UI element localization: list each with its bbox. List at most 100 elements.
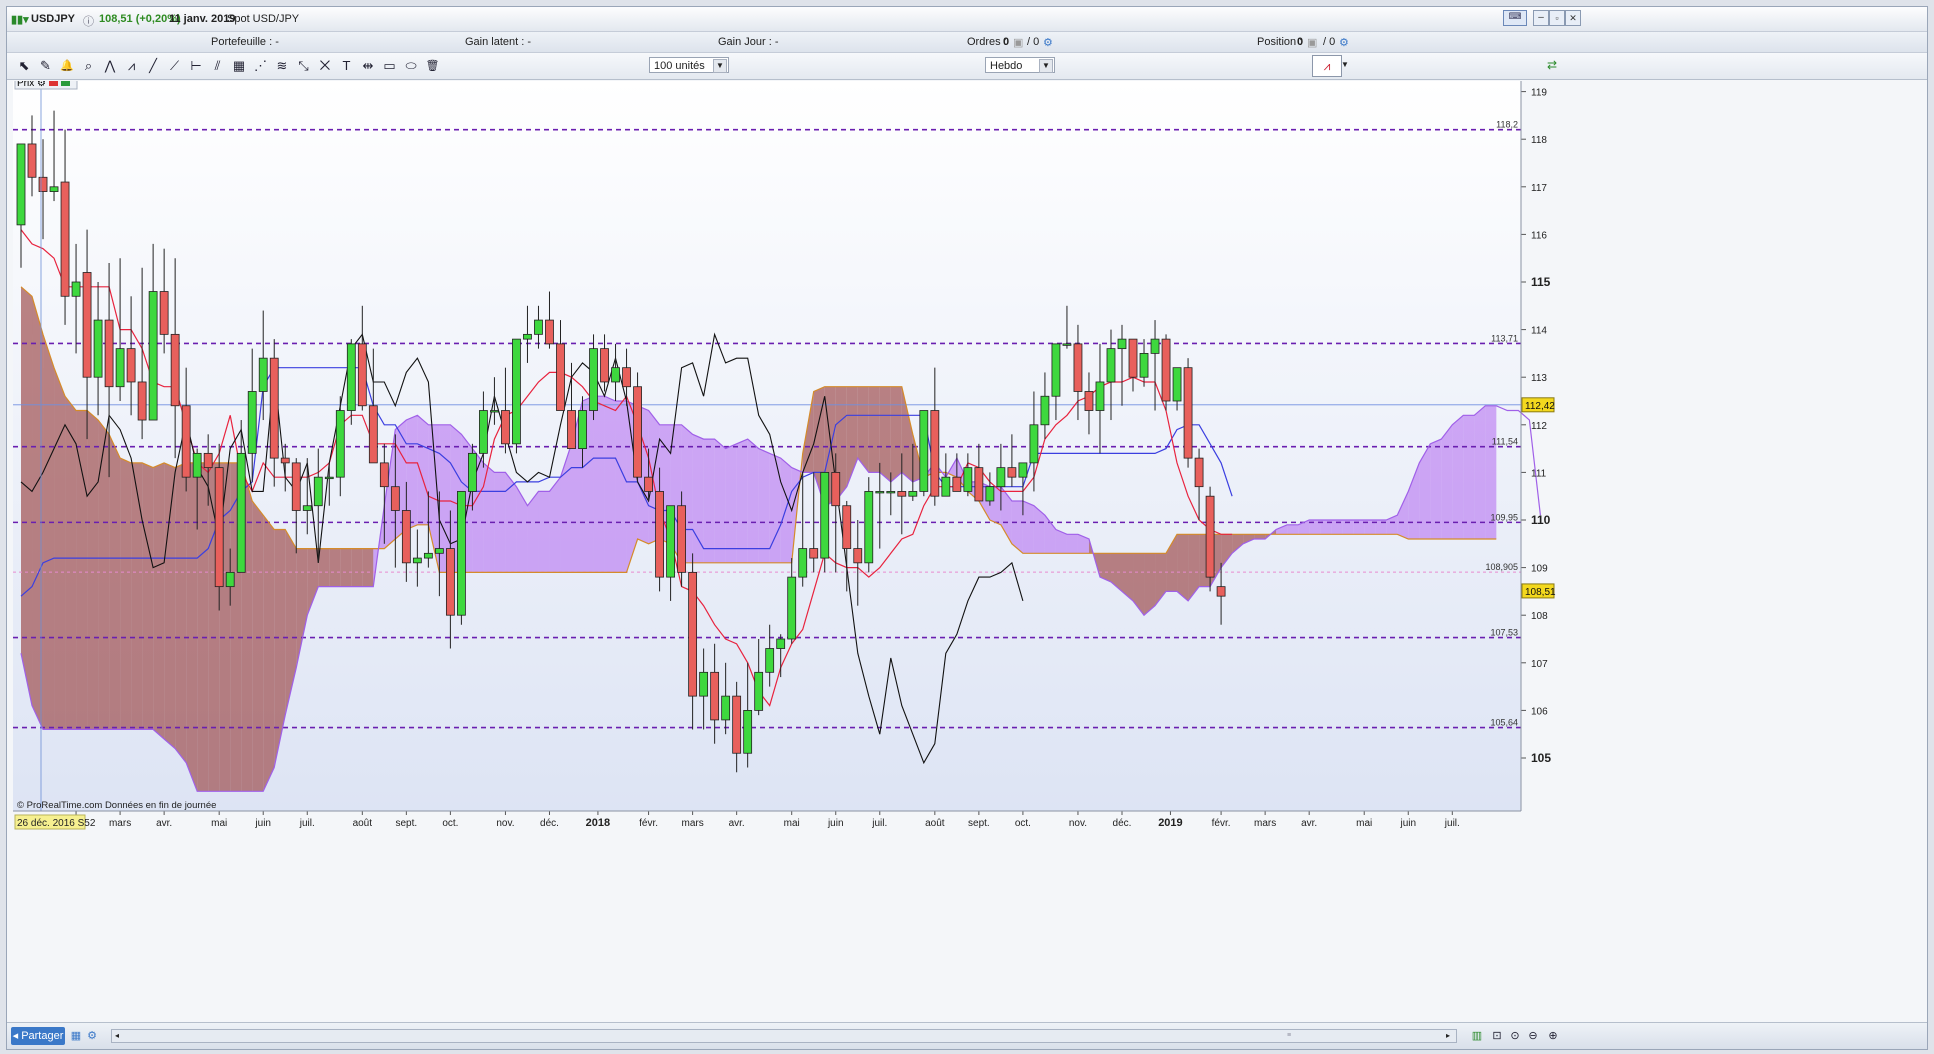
candle-body[interactable] (699, 671, 709, 697)
zoom-fit-icon[interactable]: ⊡ (1489, 1027, 1505, 1045)
candle-body[interactable] (776, 638, 786, 649)
candle-body[interactable] (479, 410, 488, 454)
candle-body[interactable] (809, 548, 819, 559)
candle-body[interactable] (798, 548, 808, 578)
candle-body[interactable] (379, 462, 389, 488)
close-icon[interactable]: ✕ (1565, 10, 1581, 26)
candle-body[interactable] (445, 548, 455, 616)
candle-body[interactable] (1084, 391, 1094, 411)
candle-body[interactable] (236, 452, 246, 573)
minimize-icon[interactable]: – (1533, 10, 1549, 26)
candle-body[interactable] (291, 462, 301, 511)
wrench-icon[interactable]: ⚙ (37, 78, 46, 89)
add-icon[interactable] (61, 77, 70, 86)
candle-body[interactable] (456, 491, 466, 616)
candle-body[interactable] (1205, 495, 1215, 578)
zoom-in-icon[interactable]: ⊕ (1545, 1027, 1561, 1045)
scroll-left-icon[interactable]: ◂ (112, 1030, 122, 1042)
candle-body[interactable] (710, 671, 720, 721)
zigzag-icon[interactable]: ⩘ (123, 57, 141, 75)
candle-body[interactable] (1106, 348, 1116, 383)
hline-icon[interactable]: ⊢ (187, 57, 205, 75)
candle-body[interactable] (203, 452, 213, 469)
candle-body[interactable] (1040, 395, 1050, 426)
candle-body[interactable] (247, 391, 257, 454)
candle-body[interactable] (49, 186, 59, 192)
candle-body[interactable] (1051, 343, 1061, 397)
candle-body[interactable] (82, 272, 92, 378)
candle-body[interactable] (974, 467, 984, 502)
candle-body[interactable] (390, 486, 400, 511)
position-icon[interactable]: ▣ (1307, 36, 1317, 49)
candle-body[interactable] (335, 410, 345, 478)
price-chart[interactable]: 118,2 113,71 111,54 109,95 108,905 107,53 105,… (13, 74, 1921, 1016)
side-panel-toggle-icon[interactable]: ⇄ (1547, 55, 1561, 75)
candle-body[interactable] (820, 471, 830, 559)
candle-body[interactable] (853, 548, 863, 564)
quantity-select[interactable]: 100 unités ▼ (649, 57, 729, 73)
candle-body[interactable] (567, 410, 576, 449)
trash-icon[interactable]: 🗑 (424, 57, 442, 75)
candle-body[interactable] (181, 405, 191, 478)
remove-icon[interactable] (49, 77, 58, 86)
candle-body[interactable] (688, 571, 698, 697)
scroll-right-icon[interactable]: ▸ (1442, 1030, 1454, 1042)
candle-body[interactable] (897, 491, 907, 497)
candle-body[interactable] (633, 386, 642, 478)
candle-body[interactable] (864, 491, 874, 564)
candle-body[interactable] (1183, 367, 1193, 459)
candle-body[interactable] (60, 181, 70, 297)
candle-body[interactable] (137, 381, 147, 421)
arrow-icon[interactable]: ⤡ (295, 57, 313, 75)
grid-icon[interactable]: ▦ (230, 57, 248, 75)
candle-body[interactable] (412, 557, 422, 564)
candle-body[interactable] (512, 338, 521, 445)
zoom-reset-icon[interactable]: ⊙ (1507, 1027, 1523, 1045)
candle-body[interactable] (71, 281, 81, 297)
candle-body[interactable] (170, 333, 180, 407)
candle-body[interactable] (743, 710, 753, 754)
candle-body[interactable] (501, 410, 510, 445)
candle-body[interactable] (886, 491, 896, 494)
crossed-lines-icon[interactable]: ⨉ (316, 57, 334, 75)
period-select[interactable]: Hebdo ▼ (985, 57, 1055, 73)
maximize-icon[interactable]: ▫ (1549, 10, 1565, 26)
candle-body[interactable] (996, 467, 1006, 488)
candle-body[interactable] (258, 357, 268, 392)
link-icon[interactable]: ▦ (69, 1027, 83, 1045)
orders-link-icon[interactable]: ⚙ (1043, 36, 1053, 49)
candle-body[interactable] (754, 671, 764, 711)
chart-type-icon[interactable]: ▮▮▾ (11, 13, 29, 26)
candle-body[interactable] (357, 343, 367, 407)
candle-body[interactable] (115, 348, 125, 388)
segment-icon[interactable]: ╱ (144, 57, 162, 75)
candle-body[interactable] (16, 143, 26, 226)
candle-body[interactable] (302, 505, 312, 511)
share-button[interactable]: ◂ Partager (11, 1027, 65, 1045)
candle-body[interactable] (93, 319, 103, 378)
candle-body[interactable] (313, 476, 323, 507)
chevron-down-icon[interactable]: ▼ (1341, 55, 1351, 75)
candle-body[interactable] (523, 333, 532, 340)
channel-icon[interactable]: ⫽ (209, 57, 227, 75)
chart-area[interactable]: 118,2 113,71 111,54 109,95 108,905 107,53 105,… (13, 74, 1921, 1016)
hseparator-icon[interactable]: ⇹ (359, 57, 377, 75)
candle-body[interactable] (490, 410, 499, 413)
elliott-icon[interactable]: ≋ (273, 57, 291, 75)
info-icon[interactable]: ⓘ (83, 13, 94, 29)
candle-body[interactable] (787, 576, 797, 640)
candle-body[interactable] (732, 695, 742, 754)
candle-body[interactable] (930, 410, 940, 497)
candle-body[interactable] (324, 476, 334, 480)
candle-body[interactable] (346, 343, 356, 411)
candle-body[interactable] (269, 357, 279, 459)
candle-body[interactable] (534, 319, 543, 335)
settings-icon[interactable]: ⚙ (85, 1027, 99, 1045)
zoom-out-icon[interactable]: ⊖ (1525, 1027, 1541, 1045)
ellipse-icon[interactable]: ⬭ (402, 57, 420, 75)
candle-body[interactable] (423, 552, 433, 559)
candle-body[interactable] (1062, 343, 1072, 346)
candle-body[interactable] (842, 505, 852, 549)
candle-body[interactable] (192, 452, 202, 478)
candle-body[interactable] (589, 348, 598, 411)
